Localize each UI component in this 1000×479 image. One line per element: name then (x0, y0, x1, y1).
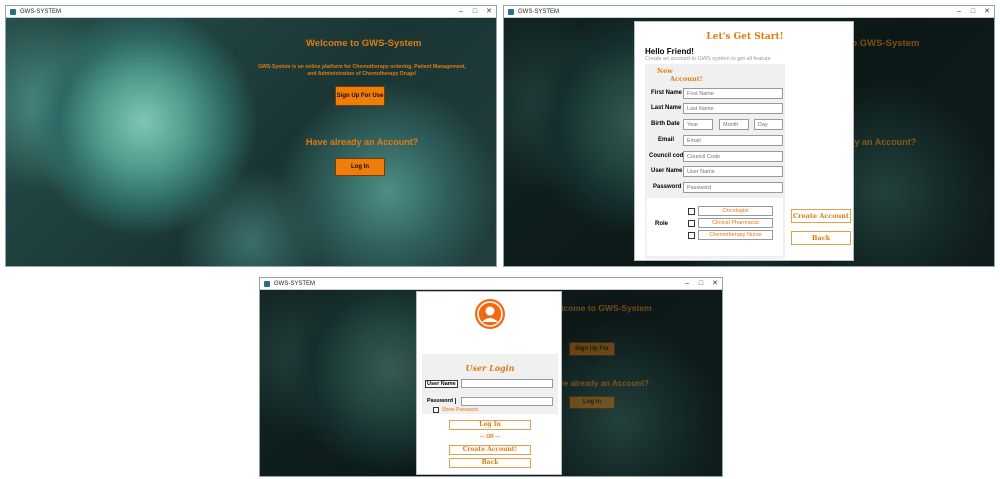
background-image (6, 18, 496, 266)
title-bar: GWS-SYSTEM – □ ✕ (260, 278, 722, 290)
birth-date-label: Birth Date (651, 121, 680, 127)
user-avatar-icon (475, 299, 505, 329)
back-button[interactable]: Back (449, 458, 531, 468)
new-account-text-1: New (657, 67, 673, 75)
create-account-button[interactable]: Create Account (791, 209, 851, 223)
role-checkbox-nurse[interactable] (688, 232, 695, 239)
first-name-label: First Name (651, 90, 683, 96)
new-account-text-2: Account! (670, 75, 703, 83)
role-checkbox-pharmacist[interactable] (688, 220, 695, 227)
signup-subtitle: Create an account to GWS system to get a… (645, 56, 771, 62)
council-code-label: Council code (649, 153, 687, 159)
window-title: GWS-SYSTEM (274, 281, 316, 287)
have-account-text: Have already an Account? (306, 137, 419, 147)
email-label: Email (658, 137, 675, 143)
birth-day-input[interactable] (754, 119, 783, 130)
login-window: GWS-SYSTEM – □ ✕ Welcome to GWS-System S… (259, 277, 723, 477)
minimize-icon[interactable]: – (454, 6, 468, 18)
maximize-icon[interactable]: □ (694, 278, 708, 290)
title-bar: GWS-SYSTEM – □ ✕ (6, 6, 496, 18)
show-password-label: Show Password (442, 407, 478, 413)
app-icon (10, 9, 16, 15)
window-title: GWS-SYSTEM (20, 9, 62, 15)
birth-month-input[interactable] (719, 119, 749, 130)
last-name-input[interactable] (683, 103, 783, 114)
or-divider: --- OR --- (479, 434, 501, 440)
login-title: User Login (465, 363, 515, 373)
council-code-input[interactable] (683, 151, 783, 162)
back-button[interactable]: Back (791, 231, 851, 245)
user-name-label: User Name (651, 168, 683, 174)
first-name-input[interactable] (683, 88, 783, 99)
username-input[interactable] (461, 379, 553, 388)
minimize-icon[interactable]: – (952, 6, 966, 18)
role-label: Role (655, 221, 669, 227)
welcome-window: GWS-SYSTEM – □ ✕ Welcome to GWS-System G… (5, 5, 497, 267)
birth-year-input[interactable] (683, 119, 713, 130)
welcome-title: Welcome to GWS-System (306, 38, 422, 49)
create-account-button[interactable]: Create Account! (449, 445, 531, 455)
role-clinical-pharmacist[interactable]: Clinical Pharmacist (698, 218, 773, 228)
app-icon (508, 9, 514, 15)
show-password-checkbox[interactable] (433, 407, 439, 413)
user-name-input[interactable] (683, 166, 783, 177)
title-bar: GWS-SYSTEM – □ ✕ (504, 6, 994, 18)
log-in-button[interactable]: Log In (449, 420, 531, 430)
close-icon[interactable]: ✕ (482, 6, 496, 18)
hello-text: Hello Friend! (645, 47, 694, 56)
password-label: Password (427, 398, 456, 404)
signup-dialog: Let's Get Start! Hello Friend! Create an… (634, 21, 854, 261)
welcome-description-2: and Administration of Chemotherapy Drugs… (307, 71, 417, 77)
window-title: GWS-SYSTEM (518, 9, 560, 15)
password-input[interactable] (683, 182, 783, 193)
maximize-icon[interactable]: □ (966, 6, 980, 18)
password-label: Password (653, 184, 682, 190)
role-oncologist[interactable]: Oncologist (698, 206, 773, 216)
close-icon[interactable]: ✕ (708, 278, 722, 290)
username-label: User Name (425, 380, 458, 388)
signup-window: GWS-SYSTEM – □ ✕ Welcome to GWS-System H… (503, 5, 995, 267)
sign-up-button[interactable]: Sign Up For Use (335, 86, 385, 106)
password-input[interactable] (461, 397, 553, 406)
role-checkbox-oncologist[interactable] (688, 208, 695, 215)
signup-header: Let's Get Start! (706, 32, 784, 42)
role-chemotherapy-nurse[interactable]: Chemotherapy Nurse (698, 230, 773, 240)
welcome-description-1: GWS-System is an online platform for Che… (257, 64, 467, 70)
app-icon (264, 281, 270, 287)
log-in-button: Log In (569, 396, 615, 409)
log-in-button[interactable]: Log In (335, 158, 385, 176)
minimize-icon[interactable]: – (680, 278, 694, 290)
last-name-label: Last Name (651, 105, 682, 111)
maximize-icon[interactable]: □ (468, 6, 482, 18)
close-icon[interactable]: ✕ (980, 6, 994, 18)
login-dialog: User Login User Name Password Show Passw… (416, 291, 562, 475)
email-input[interactable] (683, 135, 783, 146)
sign-up-button: Sign Up For Use (569, 342, 615, 364)
